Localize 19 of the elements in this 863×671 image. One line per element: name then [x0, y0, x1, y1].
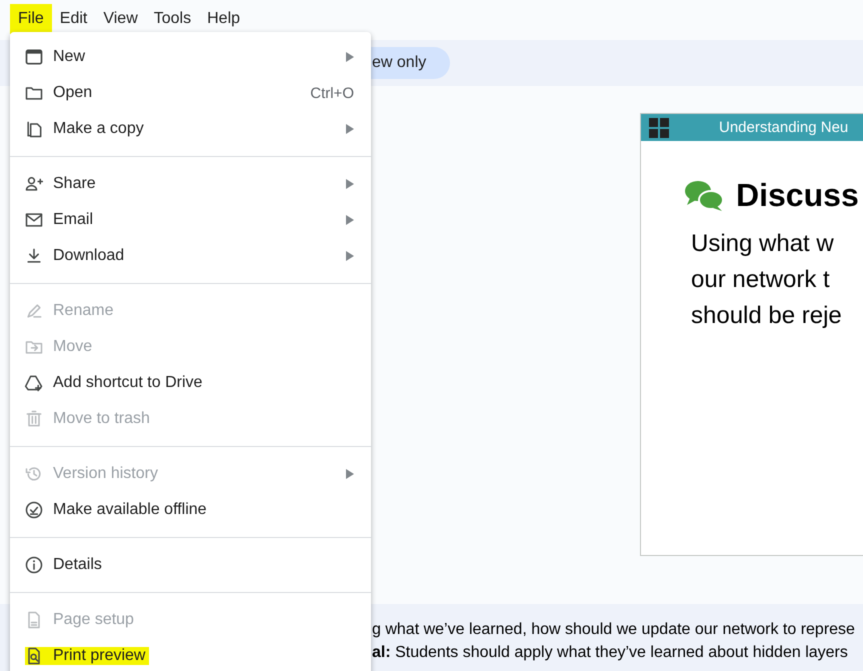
slide-header-title: Understanding Neu [719, 119, 848, 136]
menu-item[interactable]: File [10, 4, 52, 34]
menu-item[interactable]: Make a copy [10, 111, 371, 147]
slide-body-text: Using what w our network t should be reje [690, 229, 843, 331]
menu-item[interactable]: Make available offline [10, 492, 371, 528]
slide-heading: Discuss [736, 177, 859, 214]
menu-item[interactable]: Edit [52, 4, 96, 34]
menu-item[interactable]: Add shortcut to Drive [10, 365, 371, 401]
menu-item[interactable]: Download [10, 238, 371, 274]
menu-item[interactable]: Tools [146, 4, 200, 34]
menu-item[interactable]: Print preview [10, 638, 371, 671]
menu-item[interactable]: Help [199, 4, 248, 34]
menu-item[interactable]: View [95, 4, 146, 34]
speaker-notes-text: al: Students should apply what they’ve learned about hidden layers [372, 643, 849, 663]
menu-item[interactable]: Email [10, 202, 371, 238]
speaker-notes-text: g what we’ve learned, how should we update our network to represe [372, 620, 856, 640]
shortcut-text: Ctrl+O [310, 84, 354, 102]
menu-item[interactable]: Details [10, 547, 371, 583]
menu-item[interactable]: Share [10, 166, 371, 202]
